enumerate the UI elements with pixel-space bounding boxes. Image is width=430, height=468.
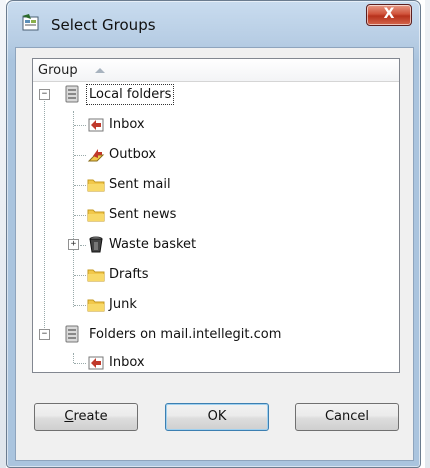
tree-node-label: Inbox (109, 355, 145, 370)
create-label-rest: reate (73, 409, 108, 424)
tree-node-label: Inbox (109, 117, 145, 132)
folder-icon (87, 299, 105, 312)
ok-button[interactable]: OK (165, 403, 269, 431)
outbox-icon (87, 149, 105, 162)
group-column-label: Group (38, 63, 78, 78)
dialog-title: Select Groups (51, 16, 156, 34)
cancel-button[interactable]: Cancel (295, 403, 399, 431)
group-column-header[interactable]: Group (33, 59, 399, 82)
inbox-icon (88, 356, 104, 370)
tree-node-label: Waste basket (109, 237, 197, 252)
tree-node-label: Folders on mail.intellegit.com (89, 327, 282, 342)
tree-node-label: Junk (109, 297, 137, 312)
tree-node-drafts[interactable]: Drafts (33, 261, 399, 289)
tree-node-junk[interactable]: Junk (33, 291, 399, 319)
tree-node-sent-news[interactable]: Sent news (33, 201, 399, 229)
tree-node-label: Drafts (109, 267, 149, 282)
tree-node-waste-basket[interactable]: + Waste basket (33, 231, 399, 259)
title-bar[interactable]: Select Groups X (7, 1, 420, 47)
folder-icon (87, 209, 105, 222)
tree-node-label: Outbox (109, 147, 157, 162)
folder-icon (87, 269, 105, 282)
right-window-edge (425, 0, 430, 468)
tree-node-remote-inbox[interactable]: Inbox (33, 349, 399, 377)
sort-ascending-icon (95, 68, 105, 73)
server-icon (65, 85, 79, 103)
tree-node-label: Sent mail (109, 177, 171, 192)
folder-icon (87, 179, 105, 192)
tree-node-sent-mail[interactable]: Sent mail (33, 171, 399, 199)
tree-node-label: Sent news (109, 207, 177, 222)
tree-node-label: Local folders (85, 84, 175, 105)
group-tree-view[interactable]: Group − Local folders Inbox Outbox Sent … (32, 58, 400, 373)
tree-node-local-folders[interactable]: − Local folders (33, 81, 399, 109)
close-button[interactable]: X (366, 4, 412, 26)
inbox-icon (88, 118, 104, 132)
trash-icon (89, 236, 103, 253)
tree-node-outbox[interactable]: Outbox (33, 141, 399, 169)
create-button[interactable]: Create (34, 403, 138, 431)
tree-node-remote-folders[interactable]: − Folders on mail.intellegit.com (33, 321, 399, 349)
expand-toggle[interactable]: + (68, 239, 79, 250)
collapse-toggle[interactable]: − (39, 89, 50, 100)
collapse-toggle[interactable]: − (39, 329, 50, 340)
select-groups-dialog: Select Groups X Group − Local folders In… (6, 0, 421, 468)
dialog-client-area: Group − Local folders Inbox Outbox Sent … (15, 47, 414, 461)
select-groups-app-icon (22, 14, 39, 31)
server-icon (65, 325, 79, 343)
tree-node-inbox[interactable]: Inbox (33, 111, 399, 139)
